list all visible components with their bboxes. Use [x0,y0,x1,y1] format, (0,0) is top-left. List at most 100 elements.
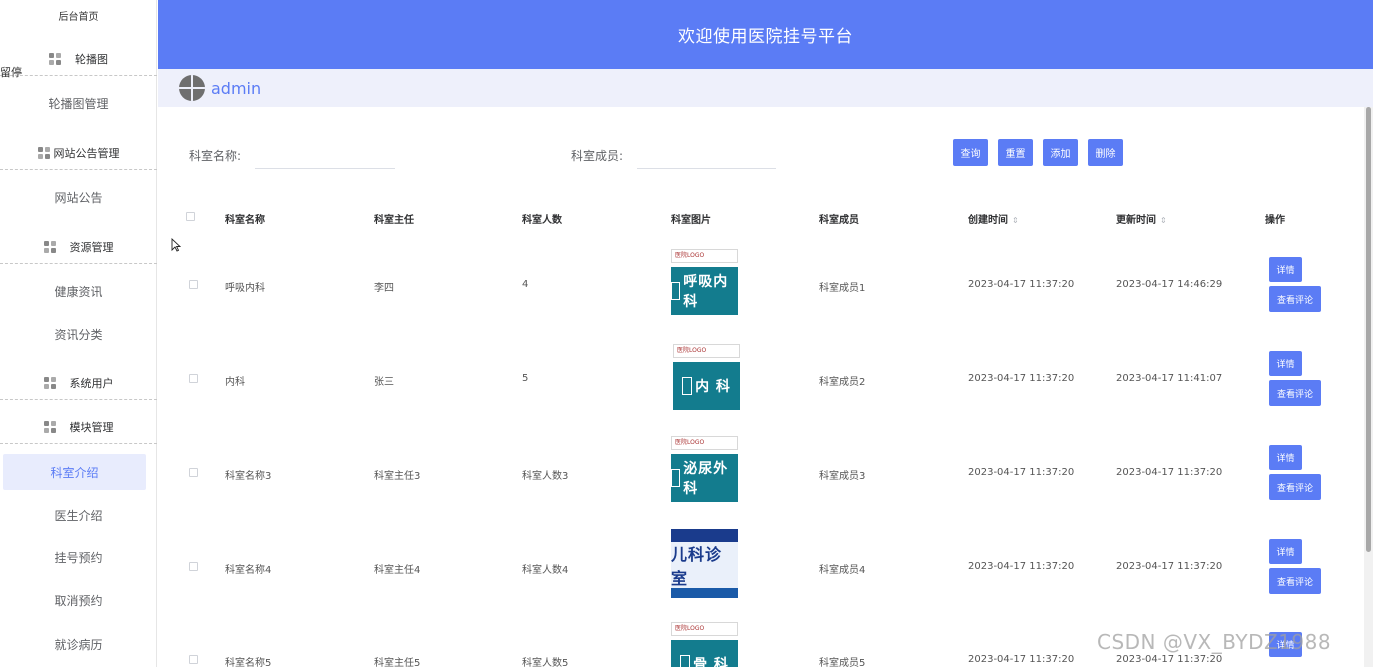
detail-button[interactable]: 详情 [1269,257,1302,282]
cell-member: 科室成员3 [819,471,866,482]
cell-director: 科室主任5 [374,658,421,667]
department-image[interactable]: 医院LOGO 骨 科 [669,621,740,667]
column-header-updated[interactable]: 更新时间 ⇕ [1116,211,1167,226]
sidebar-item-carousel-manage[interactable]: 轮播图管理 [0,85,157,121]
mouse-cursor-icon [171,238,181,252]
sidebar-item-notice[interactable]: 网站公告 [0,179,157,215]
column-header-members: 科室成员 [819,215,859,226]
view-comments-button[interactable]: 查看评论 [1269,474,1321,500]
sort-icon[interactable]: ⇕ [1160,216,1167,225]
view-comments-button[interactable]: 查看评论 [1269,380,1321,406]
grid-icon [49,52,61,65]
sidebar-group-label: 资源管理 [69,240,114,254]
row-checkbox[interactable] [189,655,198,664]
cell-count: 科室人数4 [522,565,569,576]
watermark: CSDN @VX_BYDZ1988 [1097,630,1332,654]
cell-name: 内科 [225,377,245,388]
sidebar: 后台首页 轮播图 留停 轮播图管理 网站公告管理 网站公告 资源管理 健康资讯 … [0,0,157,667]
row-checkbox[interactable] [189,468,198,477]
sidebar-group-system-users[interactable]: 系统用户 [0,366,157,400]
column-header-count: 科室人数 [522,215,562,226]
image-sign-text: 内 科 [695,379,731,395]
cell-updated: 2023-04-17 11:37:20 [1116,561,1223,572]
cell-updated: 2023-04-17 11:41:07 [1116,373,1223,384]
cell-count: 科室人数5 [522,658,569,667]
sidebar-group-label: 模块管理 [69,420,114,434]
row-checkbox[interactable] [189,280,198,289]
members-input[interactable] [637,139,776,169]
row-checkbox[interactable] [189,374,198,383]
sidebar-item-department-intro[interactable]: 科室介绍 [3,454,146,490]
image-sign-text: 泌尿外科 [683,461,729,497]
top-header: 欢迎使用医院挂号平台 [158,0,1373,69]
delete-button[interactable]: 删除 [1088,139,1123,166]
cell-created: 2023-04-17 11:37:20 [968,467,1075,478]
department-image[interactable]: 医院LOGO 呼吸内科 [669,248,740,318]
page-title: 欢迎使用医院挂号平台 [678,27,853,47]
column-header-name: 科室名称 [225,215,265,226]
main-content: 科室名称: 科室成员: 查询 重置 添加 删除 科室名称 科室主任 科室人数 科… [164,113,1359,667]
person-icon [680,655,691,667]
person-icon [671,282,681,300]
cell-member: 科室成员5 [819,658,866,667]
cell-updated: 2023-04-17 14:46:29 [1116,279,1223,290]
sidebar-group-label: 轮播图 [75,52,108,66]
image-logo-text: 医院LOGO [671,622,738,636]
vertical-scrollbar[interactable] [1364,107,1373,667]
cell-created: 2023-04-17 11:37:20 [968,373,1075,384]
detail-button[interactable]: 详情 [1269,445,1302,470]
cell-updated: 2023-04-17 11:37:20 [1116,467,1223,478]
image-sign-text: 儿科诊室 [671,545,723,588]
department-image[interactable]: 儿科诊室 [669,528,740,598]
cell-created: 2023-04-17 11:37:20 [968,654,1075,665]
view-comments-button[interactable]: 查看评论 [1269,286,1321,312]
row-checkbox[interactable] [189,562,198,571]
cell-member: 科室成员4 [819,565,866,576]
sidebar-group-carousel[interactable]: 轮播图 [0,42,157,76]
sidebar-item-health-news[interactable]: 健康资讯 [0,273,157,309]
sidebar-group-notice[interactable]: 网站公告管理 [0,136,157,170]
detail-button[interactable]: 详情 [1269,539,1302,564]
sidebar-group-resources[interactable]: 资源管理 [0,230,157,264]
reset-button[interactable]: 重置 [998,139,1033,166]
cell-director: 张三 [374,377,394,388]
column-header-actions: 操作 [1265,215,1285,226]
detail-button[interactable]: 详情 [1269,351,1302,376]
add-button[interactable]: 添加 [1043,139,1078,166]
sidebar-item-doctor-intro[interactable]: 医生介绍 [0,497,157,533]
cell-name: 科室名称5 [225,658,272,667]
image-logo-text: 医院LOGO [673,344,740,358]
grid-icon [37,146,50,159]
department-name-input[interactable] [255,139,395,169]
cell-name: 呼吸内科 [225,283,265,294]
username[interactable]: admin [211,79,261,98]
cell-name: 科室名称3 [225,471,272,482]
cell-member: 科室成员2 [819,377,866,388]
query-button[interactable]: 查询 [953,139,988,166]
cell-count: 科室人数3 [522,471,569,482]
sidebar-item-booking[interactable]: 挂号预约 [0,539,157,575]
sidebar-home-link[interactable]: 后台首页 [0,8,157,23]
cell-director: 李四 [374,283,394,294]
department-image[interactable]: 医院LOGO 内 科 [671,343,742,413]
sidebar-group-modules[interactable]: 模块管理 [0,410,157,444]
department-image[interactable]: 医院LOGO 泌尿外科 [669,435,740,505]
column-header-updated-label: 更新时间 [1116,215,1156,226]
avatar[interactable] [179,75,205,101]
select-all-checkbox[interactable] [186,212,195,221]
image-sign-text: 呼吸内科 [683,274,729,310]
scrollbar-thumb[interactable] [1366,107,1371,552]
person-icon [682,377,693,395]
cell-count: 5 [522,373,529,384]
cell-created: 2023-04-17 11:37:20 [968,561,1075,572]
column-header-image: 科室图片 [671,215,711,226]
column-header-created[interactable]: 创建时间 ⇕ [968,211,1019,226]
sidebar-item-news-category[interactable]: 资讯分类 [0,316,157,352]
sidebar-item-medical-records[interactable]: 就诊病历 [0,626,157,662]
image-logo-text: 医院LOGO [671,436,738,450]
sidebar-group-label: 网站公告管理 [53,146,120,160]
view-comments-button[interactable]: 查看评论 [1269,568,1321,594]
stray-label: 留停 [0,66,22,79]
sort-icon[interactable]: ⇕ [1012,216,1019,225]
sidebar-item-cancel-booking[interactable]: 取消预约 [0,582,157,618]
